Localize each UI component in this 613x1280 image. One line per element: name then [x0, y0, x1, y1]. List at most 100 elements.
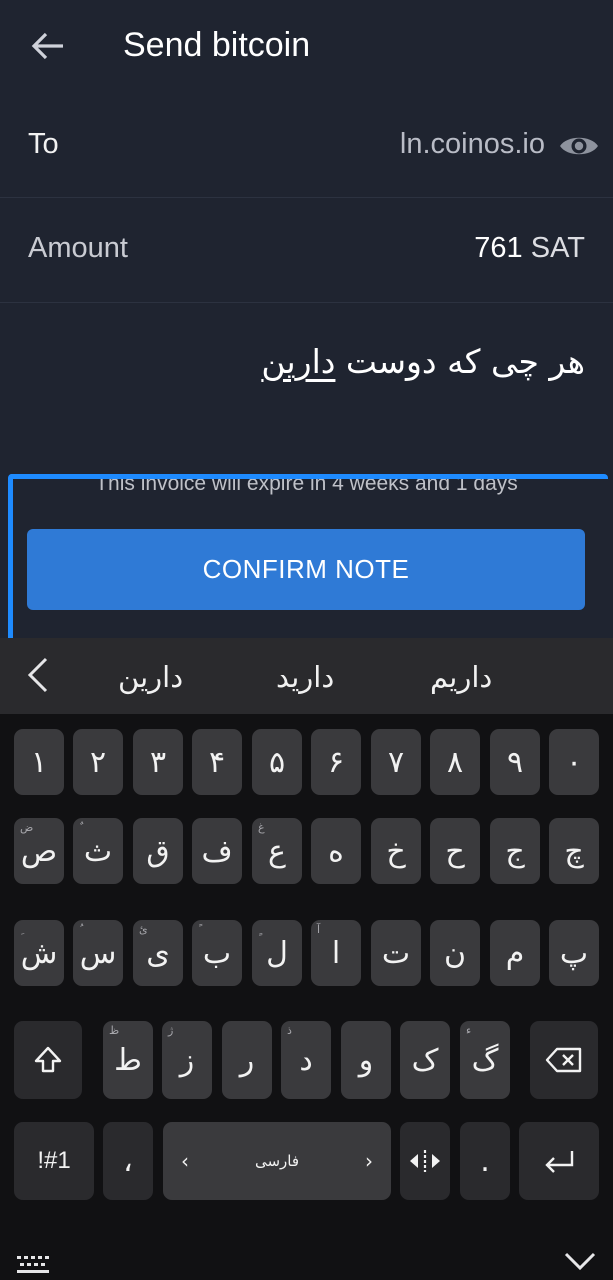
suggestion-item[interactable]: داریم [430, 660, 492, 694]
key-char: ف [201, 833, 233, 869]
key-hint: آ [317, 923, 321, 936]
key-digit[interactable]: ۸ [430, 729, 480, 795]
space-key[interactable]: ‹ فارسی › [163, 1122, 391, 1200]
amount-label: Amount [28, 232, 128, 264]
key-letter[interactable]: ئی [133, 920, 183, 986]
key-char: ی [146, 935, 170, 971]
key-digit[interactable]: ۴ [192, 729, 242, 795]
eye-icon[interactable] [558, 128, 600, 164]
key-char: ع [268, 833, 286, 869]
key-letter[interactable]: ژز [162, 1021, 212, 1099]
cursor-key[interactable] [400, 1122, 450, 1200]
key-letter[interactable]: خ [371, 818, 421, 884]
key-char: ه [328, 833, 344, 869]
key-char: گ [471, 1042, 499, 1078]
key-hint: غ [258, 821, 265, 834]
symbols-key[interactable]: !#1 [14, 1122, 94, 1200]
key-digit[interactable]: ۰ [549, 729, 599, 795]
enter-icon [545, 1151, 574, 1173]
key-letter[interactable]: ه [311, 818, 361, 884]
cursor-move-icon [410, 1150, 440, 1172]
space-language-label: فارسی [254, 1152, 300, 1170]
key-letter[interactable]: ج [490, 818, 540, 884]
key-letter[interactable]: م [490, 920, 540, 986]
key-char: ح [445, 833, 465, 869]
key-letter[interactable]: ٌث [73, 818, 123, 884]
key-char: و [358, 1042, 374, 1078]
amount-unit: SAT [530, 232, 585, 264]
key-hint: ظ [109, 1024, 120, 1037]
suggestion-item[interactable]: دارین [118, 660, 183, 694]
divider [0, 302, 613, 303]
key-letter[interactable]: ظط [103, 1021, 153, 1099]
comma-key[interactable]: ، [103, 1122, 153, 1200]
key-digit[interactable]: ۶ [311, 729, 361, 795]
key-char: ب [202, 935, 232, 971]
key-char: چ [564, 833, 584, 869]
key-letter[interactable]: ُس [73, 920, 123, 986]
key-letter[interactable]: ِش [14, 920, 64, 986]
key-char: ش [20, 935, 58, 971]
key-letter[interactable]: ذد [281, 1021, 331, 1099]
key-char: ق [146, 833, 170, 869]
amount-number: 761 [474, 232, 523, 264]
key-digit[interactable]: ۹ [490, 729, 540, 795]
period-key[interactable]: . [460, 1122, 510, 1200]
key-letter[interactable]: و [341, 1021, 391, 1099]
key-digit[interactable]: ۵ [252, 729, 302, 795]
key-hint: ض [20, 821, 34, 834]
back-arrow-icon[interactable] [30, 28, 66, 64]
key-letter[interactable]: چ [549, 818, 599, 884]
key-char: خ [386, 833, 406, 869]
key-char: ت [381, 935, 411, 971]
suggestion-item[interactable]: دارید [276, 660, 334, 694]
key-letter[interactable]: ق [133, 818, 183, 884]
key-char: ن [443, 935, 467, 971]
key-letter[interactable]: غع [252, 818, 302, 884]
key-letter[interactable]: ن [430, 920, 480, 986]
key-digit[interactable]: ۷ [371, 729, 421, 795]
key-char: ج [505, 833, 525, 869]
key-letter[interactable]: ٍل [252, 920, 302, 986]
confirm-note-button[interactable]: CONFIRM NOTE [27, 529, 585, 610]
page-title: Send bitcoin [123, 26, 311, 64]
key-letter[interactable]: ًب [192, 920, 242, 986]
backspace-key[interactable] [530, 1021, 598, 1099]
key-char: ر [239, 1042, 255, 1078]
key-digit[interactable]: ۱ [14, 729, 64, 795]
key-char: س [79, 935, 117, 971]
note-text[interactable]: هر چی که دوست دارین [261, 342, 585, 381]
key-char: ث [83, 833, 113, 869]
key-char: د [299, 1042, 313, 1078]
key-char: ط [114, 1042, 142, 1078]
key-letter[interactable]: ف [192, 818, 242, 884]
chevron-left-icon: ‹ [181, 1149, 189, 1173]
key-letter[interactable]: ءگ [460, 1021, 510, 1099]
key-letter[interactable]: پ [549, 920, 599, 986]
chevron-left-icon[interactable] [22, 655, 52, 695]
key-letter[interactable]: ح [430, 818, 480, 884]
shift-icon [34, 1046, 62, 1073]
key-letter[interactable]: آا [311, 920, 361, 986]
key-char: ک [411, 1042, 439, 1078]
key-letter[interactable]: ر [222, 1021, 272, 1099]
amount-value: 761 SAT [474, 232, 585, 265]
key-char: ل [266, 935, 288, 971]
key-letter[interactable]: ت [371, 920, 421, 986]
keyboard-grid-icon[interactable] [16, 1254, 50, 1274]
key-digit[interactable]: ۲ [73, 729, 123, 795]
key-hint: ژ [168, 1024, 174, 1037]
key-hint: ء [466, 1024, 472, 1037]
note-prefix: هر چی که دوست [335, 342, 585, 381]
key-letter[interactable]: ضص [14, 818, 64, 884]
key-digit[interactable]: ۳ [133, 729, 183, 795]
chevron-down-icon[interactable] [563, 1250, 597, 1272]
key-char: م [505, 935, 525, 971]
shift-key[interactable] [14, 1021, 82, 1099]
key-letter[interactable]: ک [400, 1021, 450, 1099]
note-current-word: دارین [261, 342, 336, 381]
enter-key[interactable] [519, 1122, 599, 1200]
to-value: ln.coinos.io [399, 128, 545, 160]
expire-text: This invoice will expire in 4 weeks and … [95, 472, 518, 495]
to-label: To [28, 128, 59, 160]
